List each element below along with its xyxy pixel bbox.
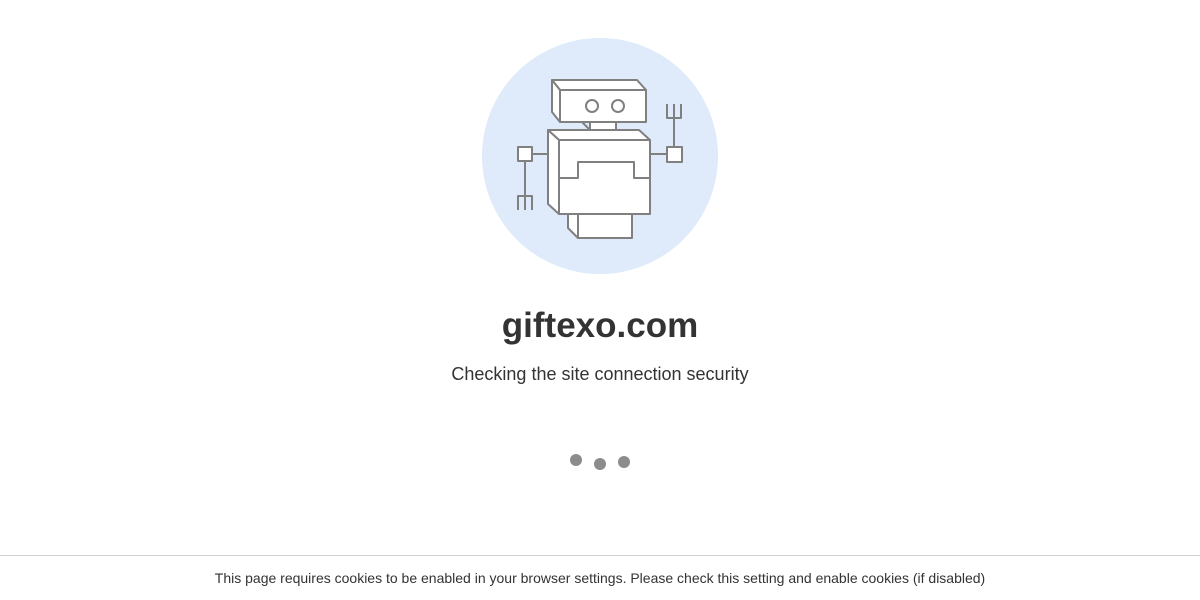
cookie-notice: This page requires cookies to be enabled… [214, 570, 986, 586]
site-name-heading: giftexo.com [501, 306, 699, 345]
loading-dot [594, 458, 606, 470]
loading-dot [570, 454, 582, 466]
page: giftexo.com Checking the site connection… [0, 0, 1200, 600]
loading-dots-icon [564, 452, 636, 472]
status-message: Checking the site connection security [451, 364, 749, 384]
robot-icon [517, 79, 683, 239]
footer: This page requires cookies to be enabled… [0, 555, 1200, 600]
loading-dot [618, 456, 630, 468]
